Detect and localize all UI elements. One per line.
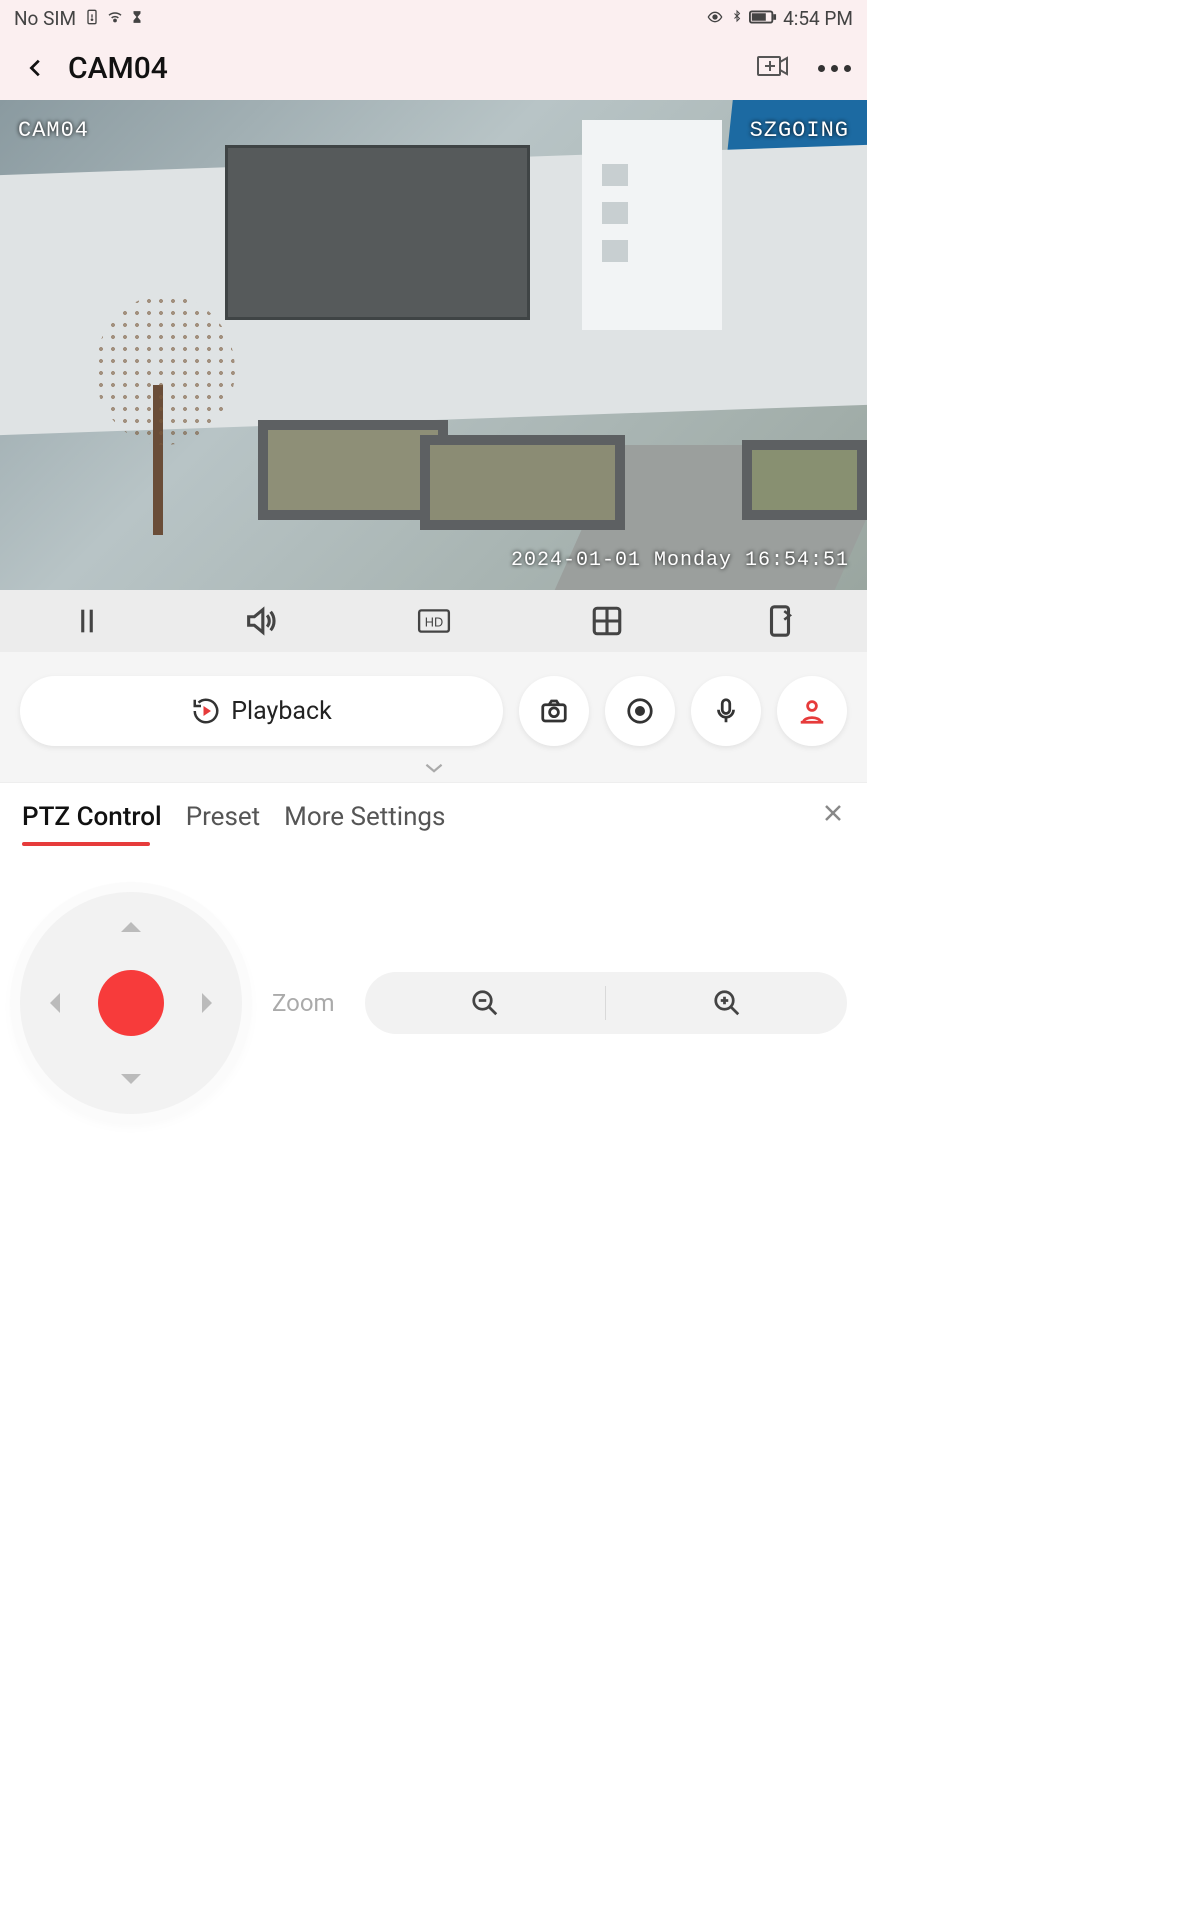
video-overlay-brand: SZGOING	[750, 118, 849, 143]
add-camera-button[interactable]	[756, 52, 790, 84]
ptz-joystick[interactable]	[98, 970, 164, 1036]
back-button[interactable]	[16, 48, 56, 88]
zoom-label: Zoom	[272, 989, 335, 1017]
control-panel: PTZ Control Preset More Settings Zoom	[0, 782, 867, 1387]
pause-button[interactable]	[0, 590, 173, 652]
ptz-down-button[interactable]	[121, 1074, 141, 1094]
zoom-control	[365, 972, 847, 1034]
status-left: No SIM	[14, 7, 144, 30]
eye-icon	[705, 7, 725, 30]
mic-button[interactable]	[691, 676, 761, 746]
video-overlay-camera-id: CAM04	[18, 118, 89, 143]
video-overlay-timestamp: 2024-01-01 Monday 16:54:51	[511, 549, 849, 572]
tab-more[interactable]: More Settings	[284, 802, 445, 832]
svg-text:HD: HD	[424, 614, 442, 629]
rotate-button[interactable]	[694, 590, 867, 652]
bluetooth-icon	[731, 7, 743, 30]
ptz-body: Zoom	[0, 832, 867, 1174]
video-frame[interactable]: CAM04 SZGOING 2024-01-01 Monday 16:54:51	[0, 100, 867, 590]
status-time: 4:54 PM	[783, 7, 853, 30]
action-row: Playback	[0, 652, 867, 754]
sim-icon	[84, 7, 100, 30]
sim-status-text: No SIM	[14, 7, 76, 30]
person-detect-button[interactable]	[777, 676, 847, 746]
tab-ptz[interactable]: PTZ Control	[22, 802, 162, 832]
ptz-dpad[interactable]	[20, 892, 242, 1114]
wifi-icon	[106, 7, 124, 30]
zoom-out-button[interactable]	[365, 988, 606, 1018]
audio-button[interactable]	[173, 590, 346, 652]
ptz-left-button[interactable]	[40, 993, 60, 1013]
ptz-up-button[interactable]	[121, 912, 141, 932]
multiview-button[interactable]	[520, 590, 693, 652]
playback-button[interactable]: Playback	[20, 676, 503, 746]
screenshot-button[interactable]	[519, 676, 589, 746]
app-header: CAM04	[0, 36, 867, 100]
zoom-in-button[interactable]	[606, 988, 847, 1018]
more-menu-button[interactable]	[818, 65, 851, 72]
battery-icon	[749, 7, 777, 30]
page-title: CAM04	[68, 51, 756, 86]
quality-button[interactable]: HD	[347, 590, 520, 652]
expand-panel-handle[interactable]	[0, 754, 867, 782]
playback-label: Playback	[231, 697, 332, 726]
hourglass-icon	[130, 7, 144, 30]
status-bar: No SIM 4:54 PM	[0, 0, 867, 36]
tabs: PTZ Control Preset More Settings	[0, 783, 867, 832]
close-panel-button[interactable]	[821, 801, 845, 832]
status-right: 4:54 PM	[705, 7, 853, 30]
tab-preset[interactable]: Preset	[186, 802, 260, 832]
record-button[interactable]	[605, 676, 675, 746]
video-toolbar: HD	[0, 590, 867, 652]
ptz-right-button[interactable]	[202, 993, 222, 1013]
